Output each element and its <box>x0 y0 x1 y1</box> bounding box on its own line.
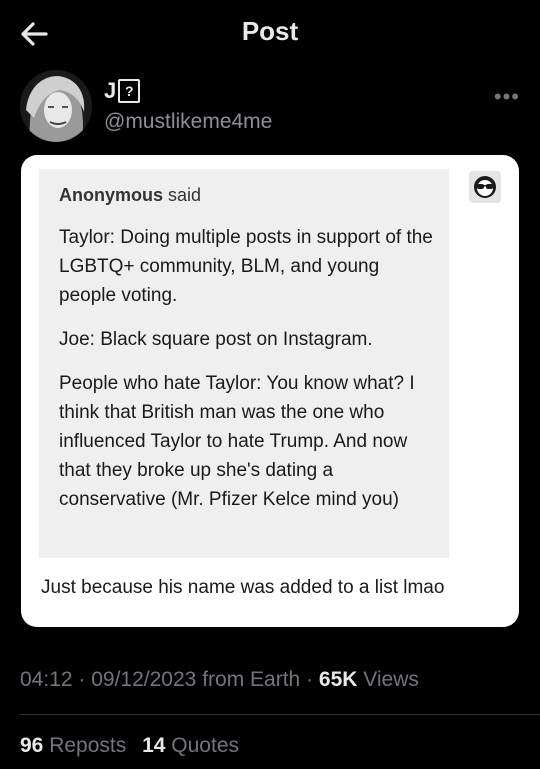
quote-paragraph: People who hate Taylor: You know what? I… <box>59 373 415 510</box>
post-card: Anonymous said Taylor: Doing multiple po… <box>21 155 519 627</box>
divider <box>20 714 540 715</box>
views-label: Views <box>363 668 419 691</box>
avatar[interactable] <box>20 70 92 142</box>
quote-author: Anonymous said <box>59 185 202 205</box>
avatar-photo <box>20 70 92 142</box>
sunglasses-avatar-icon <box>469 171 501 203</box>
top-bar: Post <box>0 0 540 66</box>
author-name[interactable]: J? <box>104 78 141 104</box>
post-header: J? @mustlikeme4me ••• <box>0 66 540 150</box>
more-dots-icon[interactable]: ••• <box>494 84 520 110</box>
post-date: 09/12/2023 <box>91 668 197 691</box>
post-meta: 04:12 · 09/12/2023 from Earth · 65K View… <box>20 668 419 691</box>
author-handle[interactable]: @mustlikeme4me <box>104 110 272 134</box>
post-time: 04:12 <box>20 668 73 691</box>
question-box-icon: ? <box>118 79 141 103</box>
quotes-link[interactable]: 14 Quotes <box>142 734 239 757</box>
reposts-link[interactable]: 96 Reposts <box>20 734 126 757</box>
post-location: from Earth <box>202 668 301 691</box>
page-title: Post <box>241 16 299 46</box>
quote-paragraph: Taylor: Doing multiple posts in support … <box>59 227 433 306</box>
views-count: 65K <box>318 668 358 691</box>
quoted-ask: Anonymous said Taylor: Doing multiple po… <box>39 169 449 558</box>
quote-paragraph: Joe: Black square post on Instagram. <box>59 329 373 350</box>
post-stats: 96 Reposts 14 Quotes <box>20 734 249 758</box>
reply-text: Just because his name was added to a lis… <box>41 577 445 598</box>
